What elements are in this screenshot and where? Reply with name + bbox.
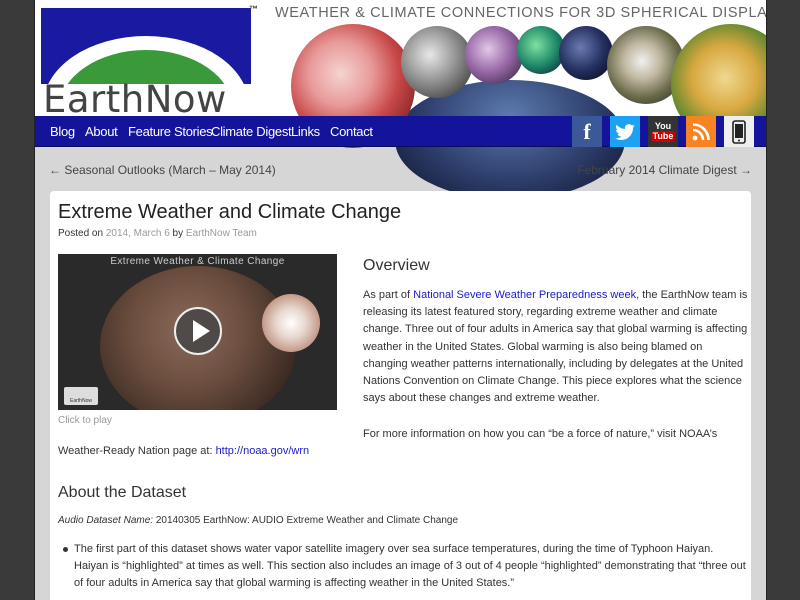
nav-about[interactable]: About: [85, 124, 118, 139]
article-title: Extreme Weather and Climate Change: [58, 201, 402, 223]
dataset-heading: About the Dataset: [58, 484, 187, 501]
globe-clouds-image: [401, 26, 473, 98]
logo-text: EarthNow: [43, 78, 227, 121]
author-link[interactable]: EarthNow Team: [186, 228, 257, 239]
dataset-bullets: The first part of this dataset shows wat…: [58, 541, 748, 596]
nav-contact[interactable]: Contact: [330, 124, 373, 139]
noaa-wrn-link[interactable]: http://noaa.gov/wrn: [216, 445, 310, 457]
preparedness-week-link[interactable]: National Severe Weather Preparedness wee…: [413, 289, 636, 301]
posted-on-label: Posted on: [58, 228, 104, 239]
list-item: The first part of this dataset shows wat…: [58, 541, 748, 592]
globe-purple-image: [465, 26, 523, 84]
site-tagline: WEATHER & CLIMATE CONNECTIONS FOR 3D SPH…: [275, 5, 767, 21]
post-date-link[interactable]: 2014, March 6: [106, 228, 170, 239]
overview-paragraph: As part of National Severe Weather Prepa…: [363, 289, 748, 405]
wrn-line: Weather-Ready Nation page at: http://noa…: [58, 445, 310, 457]
nav-links[interactable]: Links: [291, 124, 320, 139]
logo-graphic: [41, 8, 251, 84]
header-globes-banner: [255, 20, 766, 200]
post-meta: Posted on 2014, March 6 by EarthNow Team: [58, 228, 257, 239]
more-info-text: For more information on how you can “be …: [363, 428, 718, 440]
play-icon[interactable]: [174, 307, 222, 355]
earthnow-logo[interactable]: EarthNow: [41, 8, 253, 121]
globe-green-image: [517, 26, 565, 74]
main-nav: Blog About Feature Stories Climate Diges…: [35, 116, 766, 147]
facebook-icon[interactable]: f: [572, 116, 602, 147]
overview-heading: Overview: [363, 257, 430, 274]
nav-climate-digest[interactable]: Climate Digest: [211, 124, 292, 139]
video-logo-badge: EarthNow: [64, 387, 98, 405]
dataset-name: Audio Dataset Name: 20140305 EarthNow: A…: [58, 515, 459, 526]
youtube-icon[interactable]: You Tube: [648, 116, 678, 147]
trademark: ™: [249, 4, 258, 14]
video-player[interactable]: Extreme Weather & Climate Change EarthNo…: [58, 254, 337, 410]
next-post-link[interactable]: February 2014 Climate Digest →: [577, 163, 752, 177]
globe-night-image: [559, 26, 613, 80]
mobile-icon[interactable]: [724, 116, 754, 147]
rss-icon[interactable]: [686, 116, 716, 147]
video-title: Extreme Weather & Climate Change: [110, 256, 285, 267]
typhoon-image: [262, 294, 320, 352]
nav-feature-stories[interactable]: Feature Stories: [128, 124, 213, 139]
prev-post-link[interactable]: ← Seasonal Outlooks (March – May 2014): [49, 163, 276, 177]
by-label: by: [172, 228, 184, 239]
page-frame: EarthNow ™ WEATHER & CLIMATE CONNECTIONS…: [34, 0, 767, 600]
article-card: Extreme Weather and Climate Change Poste…: [50, 191, 751, 600]
twitter-icon[interactable]: [610, 116, 640, 147]
video-caption: Click to play: [58, 415, 112, 426]
nav-blog[interactable]: Blog: [50, 124, 75, 139]
site-header: EarthNow ™ WEATHER & CLIMATE CONNECTIONS…: [35, 0, 767, 200]
